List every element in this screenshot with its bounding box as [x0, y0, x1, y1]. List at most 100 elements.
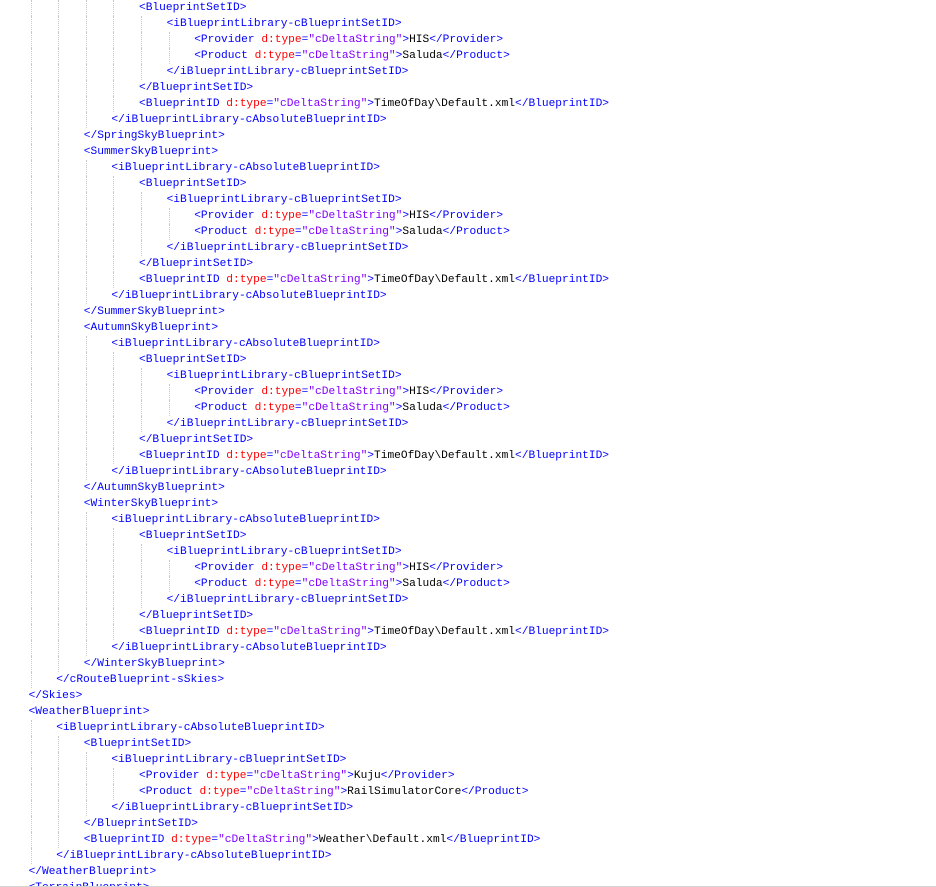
token-tag: </WeatherBlueprint>: [28, 866, 157, 878]
token-val: "cDeltaString": [273, 274, 368, 286]
indent-guide: [30, 816, 32, 832]
code-line: <iBlueprintLibrary-cBlueprintSetID>: [167, 16, 402, 32]
code-line: <Provider d:type="cDeltaString">HIS</Pro…: [194, 560, 503, 576]
token-tag: <BlueprintSetID>: [139, 530, 247, 542]
code-line: </iBlueprintLibrary-cAbsoluteBlueprintID…: [111, 464, 386, 480]
indent-guide: [30, 672, 32, 688]
code-line: <Provider d:type="cDeltaString">HIS</Pro…: [194, 384, 503, 400]
token-tag: >: [367, 274, 375, 286]
indent-guide: [113, 64, 115, 80]
token-val: "cDeltaString": [273, 626, 368, 638]
token-tag: <Provider: [194, 562, 262, 574]
token-val: "cDeltaString": [301, 402, 396, 414]
code-line: <Product d:type="cDeltaString">Saluda</P…: [194, 224, 510, 240]
indent-guide: [30, 80, 32, 96]
code-line: </iBlueprintLibrary-cAbsoluteBlueprintID…: [111, 112, 386, 128]
code-line: <BlueprintSetID>: [139, 528, 246, 544]
token-text: TimeOfDay\Default.xml: [374, 626, 516, 638]
indent-guide: [58, 320, 60, 336]
token-tag: </BlueprintSetID>: [139, 610, 254, 622]
token-tag: </Provider>: [429, 34, 504, 46]
token-tag: </Provider>: [429, 210, 504, 222]
indent-guide: [58, 800, 60, 816]
token-tag: </Product>: [442, 50, 510, 62]
indent-guide: [85, 80, 87, 96]
token-text: RailSimulatorCore: [347, 786, 462, 798]
indent-guide: [85, 384, 87, 400]
indent-guide: [30, 528, 32, 544]
indent-guide: [58, 480, 60, 496]
token-tag: <iBlueprintLibrary-cBlueprintSetID>: [166, 18, 402, 30]
indent-guide: [113, 592, 115, 608]
token-tag: </iBlueprintLibrary-cBlueprintSetID>: [166, 418, 409, 430]
indent-guide: [141, 416, 142, 432]
indent-guide: [85, 512, 87, 528]
xml-editor-pane[interactable]: <BlueprintSetID> <iBlueprintLibrary-cBlue…: [0, 0, 936, 887]
token-tag: <iBlueprintLibrary-cAbsoluteBlueprintID>: [111, 338, 380, 350]
code-line: <iBlueprintLibrary-cBlueprintSetID>: [167, 192, 402, 208]
indent-guide: [113, 416, 115, 432]
token-tag: </BlueprintID>: [515, 450, 610, 462]
token-attr: d:type: [171, 834, 212, 846]
token-tag: </Provider>: [429, 386, 504, 398]
indent-guide: [30, 784, 32, 800]
indent-guide: [30, 416, 32, 432]
token-text: HIS: [409, 210, 430, 222]
indent-guide: [113, 400, 115, 416]
token-tag: >: [312, 834, 319, 846]
token-tag: <BlueprintSetID>: [139, 2, 247, 14]
token-tag: </BlueprintID>: [515, 626, 610, 638]
indent-guide: [85, 256, 87, 272]
token-tag: <Provider: [194, 386, 262, 398]
indent-guide: [30, 400, 32, 416]
indent-guide: [113, 352, 115, 368]
token-attr: d:type: [254, 50, 295, 62]
indent-guide: [58, 192, 60, 208]
token-tag: </SummerSkyBlueprint>: [83, 306, 225, 318]
code-line: <iBlueprintLibrary-cAbsoluteBlueprintID>: [111, 512, 380, 528]
token-tag: </iBlueprintLibrary-cBlueprintSetID>: [166, 66, 409, 78]
code-line: </AutumnSkyBlueprint>: [84, 480, 225, 496]
code-line: <Provider d:type="cDeltaString">HIS</Pro…: [194, 32, 503, 48]
indent-guide: [30, 512, 32, 528]
indent-guide: [30, 608, 32, 624]
indent-guide: [85, 448, 87, 464]
indent-guide: [85, 752, 87, 768]
token-tag: <iBlueprintLibrary-cAbsoluteBlueprintID>: [111, 162, 380, 174]
code-line: <WinterSkyBlueprint>: [84, 496, 218, 512]
token-tag: <iBlueprintLibrary-cBlueprintSetID>: [111, 754, 347, 766]
indent-guide: [30, 320, 32, 336]
indent-guide: [58, 48, 60, 64]
indent-guide: [141, 32, 142, 48]
token-tag: <BlueprintID: [139, 626, 227, 638]
indent-guide: [58, 240, 60, 256]
indent-guide: [113, 272, 115, 288]
indent-guide: [58, 464, 60, 480]
indent-guide: [30, 272, 32, 288]
indent-guide: [58, 176, 60, 192]
token-punct: =: [294, 50, 302, 62]
indent-guide: [58, 128, 60, 144]
indent-guide: [30, 752, 32, 768]
indent-guide: [141, 592, 142, 608]
indent-guide: [168, 560, 170, 576]
indent-guide: [85, 576, 87, 592]
indent-guide: [30, 480, 32, 496]
indent-guide: [30, 448, 32, 464]
code-line: <BlueprintSetID>: [139, 352, 246, 368]
indent-guide: [30, 720, 32, 736]
indent-guide: [58, 80, 60, 96]
token-tag: <iBlueprintLibrary-cAbsoluteBlueprintID>: [111, 514, 380, 526]
indent-guide: [113, 784, 115, 800]
indent-guide: [30, 32, 32, 48]
token-val: "cDeltaString": [253, 770, 348, 782]
code-line: <iBlueprintLibrary-cBlueprintSetID>: [111, 752, 346, 768]
indent-guide: [85, 352, 87, 368]
indent-guide: [85, 0, 87, 16]
indent-guide: [58, 256, 60, 272]
indent-guide: [85, 96, 87, 112]
indent-guide: [85, 272, 87, 288]
indent-guide: [85, 768, 87, 784]
indent-guide: [58, 32, 60, 48]
indent-guide: [58, 400, 60, 416]
